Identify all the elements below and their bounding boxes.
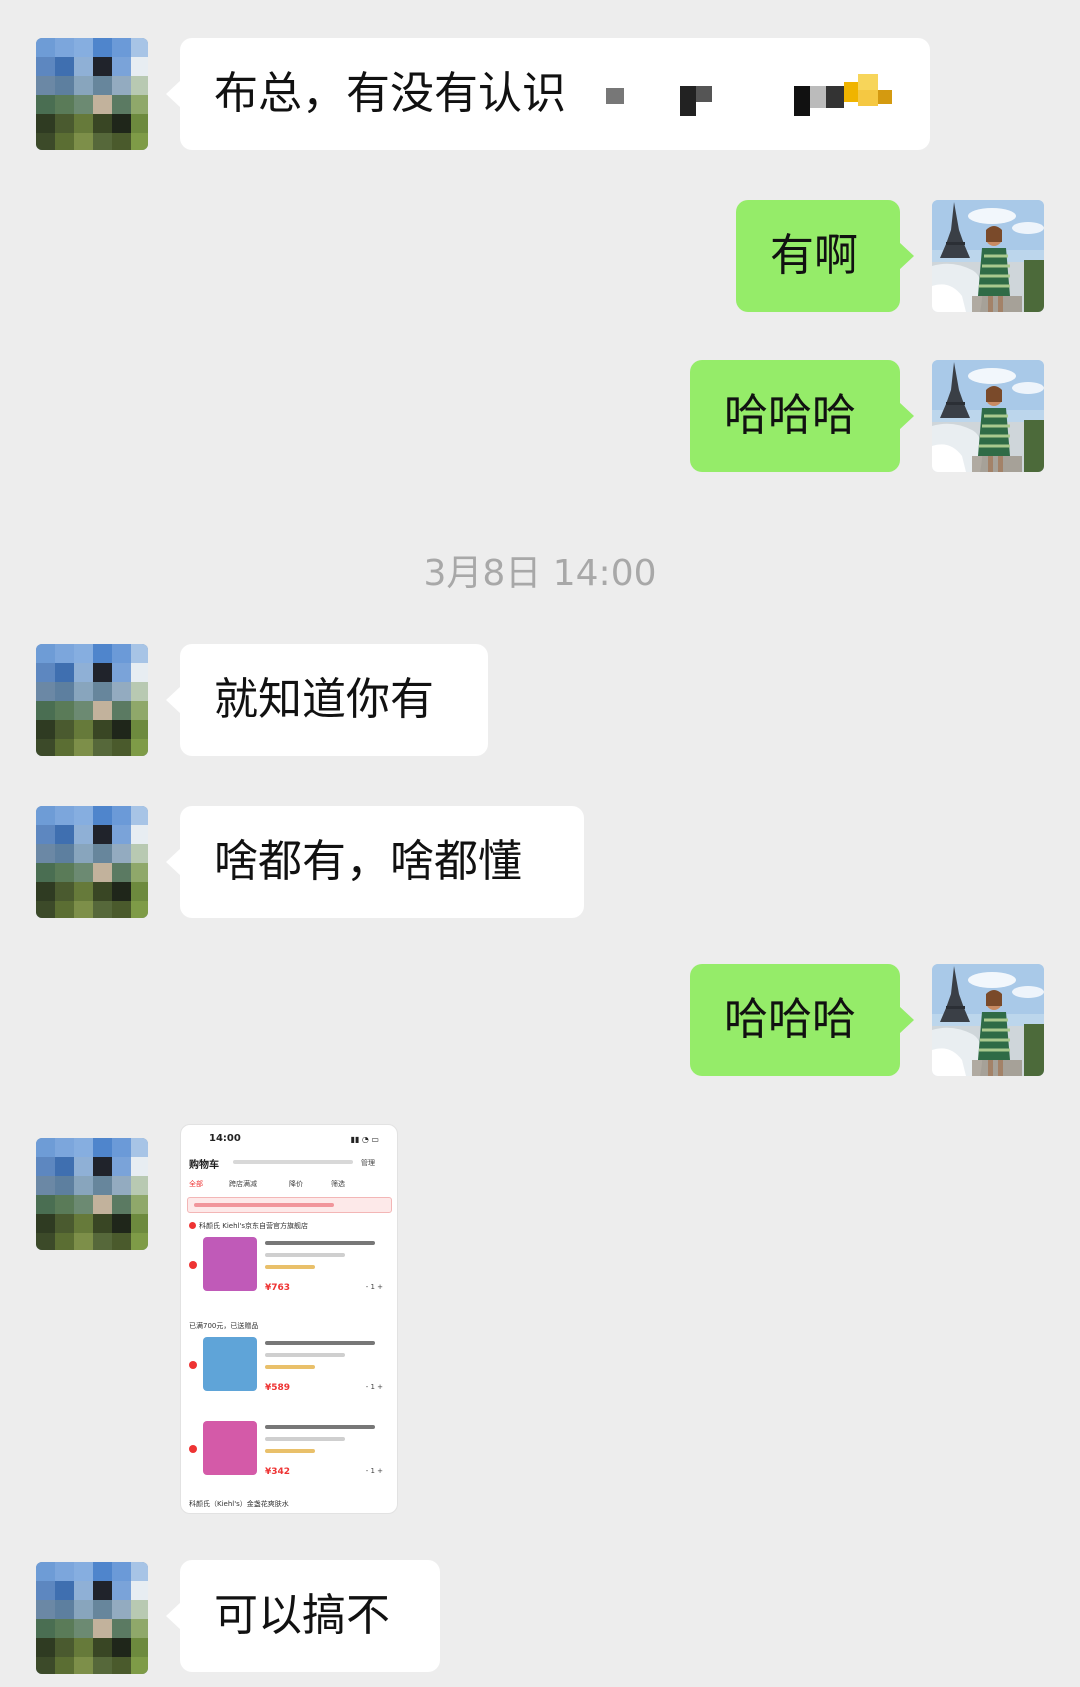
contact-avatar[interactable]	[36, 38, 148, 150]
my-avatar[interactable]	[932, 964, 1044, 1076]
pixelated-avatar-icon	[36, 806, 148, 918]
pixelated-avatar-icon	[36, 1138, 148, 1250]
message-text: 布总，有没有认识	[214, 68, 566, 119]
message-bubble-incoming[interactable]: 啥都有，啥都懂	[166, 806, 584, 918]
screenshot-item-name	[265, 1241, 375, 1245]
screenshot-status-time: 14:00	[209, 1133, 241, 1144]
screenshot-item-price: ¥342	[265, 1467, 291, 1477]
message-text: 哈哈哈	[724, 994, 856, 1045]
pixelated-avatar-icon	[36, 644, 148, 756]
eiffel-tower-photo-avatar	[932, 964, 1044, 1076]
pixelated-avatar-icon	[36, 38, 148, 150]
screenshot-promo-line: 已满700元，已送赠品	[189, 1322, 259, 1330]
screenshot-tabs: 全部 跨店满减 降价 筛选	[189, 1179, 389, 1191]
my-avatar[interactable]	[932, 200, 1044, 312]
screenshot-cart-title: 购物车	[189, 1160, 219, 1171]
screenshot-item-name	[265, 1425, 375, 1429]
screenshot-promo-banner	[187, 1197, 392, 1213]
screenshot-item-spec	[265, 1353, 345, 1357]
screenshot-tab: 跨店满减	[229, 1180, 257, 1188]
checkbox-checked-icon	[189, 1445, 197, 1453]
signal-wifi-battery-icon: ▮▮ ◔ ▭	[350, 1135, 379, 1144]
screenshot-item-qty: - 1 +	[365, 1383, 383, 1391]
contact-avatar[interactable]	[36, 806, 148, 918]
message-bubble-outgoing[interactable]: 哈哈哈	[690, 964, 914, 1076]
message-bubble-incoming[interactable]: 可以搞不	[166, 1560, 440, 1672]
screenshot-item-tag	[265, 1365, 315, 1369]
screenshot-tab: 全部	[189, 1180, 203, 1188]
message-text: 可以搞不	[214, 1590, 390, 1641]
checkbox-checked-icon	[189, 1361, 197, 1369]
screenshot-cart-item: ¥589 - 1 +	[189, 1337, 389, 1417]
image-message-cart-screenshot[interactable]: 14:00 ▮▮ ◔ ▭ 购物车 管理 全部 跨店满减 降价 筛选 科颜氏 Ki…	[180, 1124, 398, 1514]
screenshot-item-price: ¥763	[265, 1283, 291, 1293]
product-image	[203, 1337, 257, 1391]
screenshot-cart-item: ¥342 - 1 +	[189, 1421, 389, 1501]
contact-avatar[interactable]	[36, 1138, 148, 1250]
my-avatar[interactable]	[932, 360, 1044, 472]
eiffel-tower-photo-avatar	[932, 360, 1044, 472]
checkbox-checked-icon	[189, 1261, 197, 1269]
message-bubble-outgoing[interactable]: 哈哈哈	[690, 360, 914, 472]
screenshot-item-tag	[265, 1449, 315, 1453]
redaction-mosaic	[606, 74, 892, 116]
screenshot-cart-subtitle	[233, 1160, 353, 1164]
screenshot-cart-item: ¥763 - 1 +	[189, 1237, 389, 1317]
screenshot-manage: 管理	[361, 1159, 375, 1167]
eiffel-tower-photo-avatar	[932, 200, 1044, 312]
contact-avatar[interactable]	[36, 644, 148, 756]
screenshot-item-name	[265, 1341, 375, 1345]
screenshot-item-tag	[265, 1265, 315, 1269]
screenshot-item-spec	[265, 1437, 345, 1441]
chat-timestamp: 3月8日 14:00	[423, 553, 657, 594]
screenshot-item-spec	[265, 1253, 345, 1257]
screenshot-next-item: 科颜氏（Kiehl's）金盏花爽肤水	[189, 1500, 289, 1508]
screenshot-tab: 降价	[289, 1180, 303, 1188]
screenshot-item-qty: - 1 +	[365, 1467, 383, 1475]
contact-avatar[interactable]	[36, 1562, 148, 1674]
message-text: 就知道你有	[214, 674, 434, 725]
message-text: 有啊	[770, 230, 858, 281]
message-text: 啥都有，啥都懂	[214, 836, 522, 887]
screenshot-store-name: 科颜氏 Kiehl's京东自营官方旗舰店	[189, 1221, 308, 1231]
product-image	[203, 1421, 257, 1475]
screenshot-item-qty: - 1 +	[365, 1283, 383, 1291]
screenshot-tab: 筛选	[331, 1180, 345, 1188]
message-bubble-incoming[interactable]: 就知道你有	[166, 644, 488, 756]
message-text: 哈哈哈	[724, 390, 856, 441]
product-image	[203, 1237, 257, 1291]
screenshot-item-price: ¥589	[265, 1383, 291, 1393]
pixelated-avatar-icon	[36, 1562, 148, 1674]
message-bubble-incoming[interactable]: 布总，有没有认识	[166, 38, 930, 150]
message-bubble-outgoing[interactable]: 有啊	[736, 200, 914, 312]
